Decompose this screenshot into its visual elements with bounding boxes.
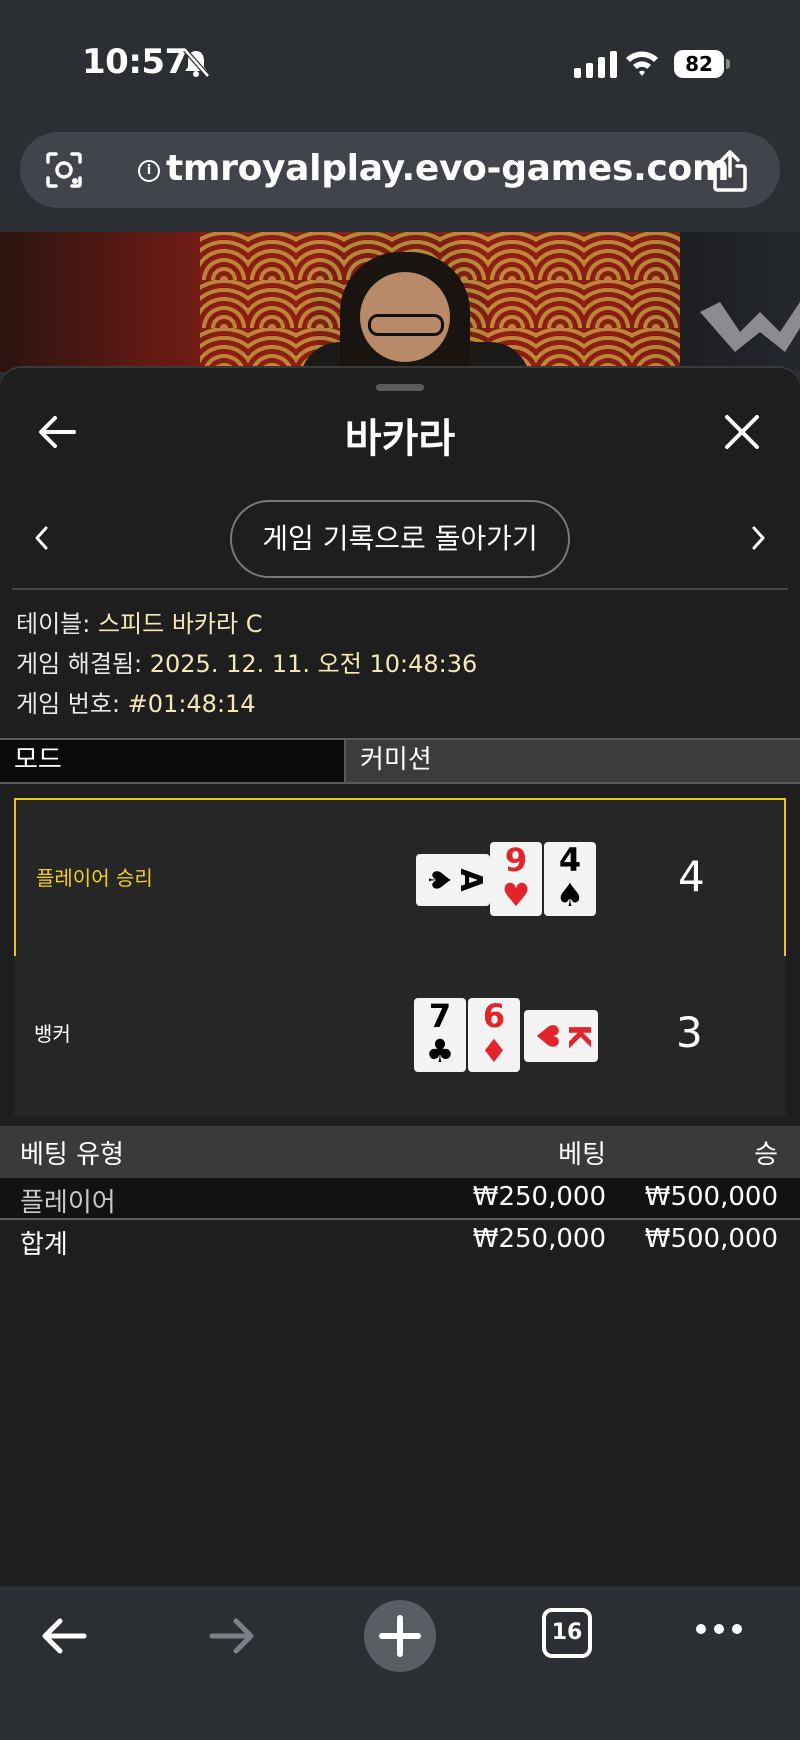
spade-suit-icon: ♠: [555, 876, 585, 914]
table-value: 스피드 바카라 C: [97, 610, 263, 638]
game-number-label: 게임 번호:: [16, 690, 128, 718]
battery-indicator: 82: [674, 50, 730, 78]
cell-signal-icon: [574, 50, 617, 78]
card-rank: 4: [558, 841, 582, 879]
bell-muted-icon: [183, 48, 210, 78]
dealer-glasses: [368, 314, 444, 336]
win-amount-cell: ₩500,000: [644, 1182, 778, 1212]
resolved-value: 2025. 12. 11. 오전 10:48:36: [149, 650, 478, 678]
game-number-info: 게임 번호: #01:48:14: [16, 684, 477, 724]
bets-table: 베팅 유형 베팅 승 플레이어 ₩250,000 ₩500,000 합계 ₩25…: [0, 1126, 800, 1262]
banker-result: 뱅커 7 ♣ 6 ♦ K ♥ 3: [14, 956, 786, 1116]
total-label: 합계: [20, 1230, 68, 1260]
spade-suit-icon: ♠: [421, 866, 456, 894]
playing-card: 4 ♠: [544, 842, 596, 916]
game-detail-sheet: 바카라 게임 기록으로 돌아가기 테이블: 스피드 바카라 C 게임 해결됨: …: [0, 366, 800, 1586]
close-icon[interactable]: [724, 414, 760, 450]
bet-type-cell: 플레이어: [20, 1188, 116, 1218]
mode-label: 모드: [0, 740, 346, 782]
win-amount-header: 승: [754, 1140, 778, 1170]
table-row: 플레이어 ₩250,000 ₩500,000: [0, 1178, 800, 1220]
card-rank: 9: [504, 841, 528, 879]
bet-type-header: 베팅 유형: [20, 1140, 124, 1170]
wifi-icon: [626, 51, 658, 76]
resolved-info: 게임 해결됨: 2025. 12. 11. 오전 10:48:36: [16, 644, 477, 684]
playing-card: 9 ♥: [490, 842, 542, 916]
banker-score: 3: [676, 1008, 703, 1057]
share-icon[interactable]: [712, 150, 748, 192]
playing-card: 7 ♣: [414, 998, 466, 1072]
sheet-title: 바카라: [344, 416, 456, 462]
diamond-suit-icon: ♦: [479, 1032, 509, 1070]
game-info: 테이블: 스피드 바카라 C 게임 해결됨: 2025. 12. 11. 오전 …: [16, 604, 477, 724]
site-info-icon[interactable]: i: [138, 160, 160, 182]
status-time: 10:57: [82, 42, 188, 82]
tab-count-button[interactable]: 16: [542, 1608, 592, 1658]
playing-card: A ♠: [416, 854, 490, 906]
resolved-label: 게임 해결됨:: [16, 650, 150, 678]
live-video-feed: [0, 232, 800, 372]
next-game-chevron-icon[interactable]: [748, 524, 768, 552]
player-score: 4: [678, 852, 705, 901]
heart-suit-icon: ♥: [529, 1022, 564, 1050]
player-result-label: 플레이어 승리: [36, 866, 153, 890]
browser-back-icon[interactable]: [40, 1616, 88, 1656]
total-win: ₩500,000: [644, 1224, 778, 1254]
provider-logo-icon: [700, 302, 800, 352]
table-label: 테이블:: [16, 610, 98, 638]
status-bar: 10:57 82: [0, 0, 800, 120]
browser-forward-icon[interactable]: [208, 1616, 256, 1656]
total-bet: ₩250,000: [472, 1224, 606, 1254]
card-rank: 7: [428, 997, 452, 1035]
sheet-grabber[interactable]: [376, 384, 424, 391]
heart-suit-icon: ♥: [501, 876, 531, 914]
playing-card: 6 ♦: [468, 998, 520, 1072]
bet-amount-cell: ₩250,000: [472, 1182, 606, 1212]
address-bar[interactable]: i tmroyalplay.evo-games.com: [20, 132, 780, 208]
table-info: 테이블: 스피드 바카라 C: [16, 604, 477, 644]
new-tab-button[interactable]: [364, 1600, 436, 1672]
commission-label: 커미션: [346, 740, 800, 782]
player-result: 플레이어 승리 A ♠ 9 ♥ 4 ♠ 4: [14, 798, 786, 958]
game-number-value: #01:48:14: [127, 690, 256, 718]
card-rank: A: [453, 868, 488, 892]
plus-icon: [379, 1615, 421, 1657]
url-text[interactable]: tmroyalplay.evo-games.com: [166, 148, 729, 189]
card-rank: 6: [482, 997, 506, 1035]
playing-card: K ♥: [524, 1010, 598, 1062]
bets-header-row: 베팅 유형 베팅 승: [0, 1126, 800, 1178]
previous-game-chevron-icon[interactable]: [32, 524, 52, 552]
browser-toolbar: 16: [0, 1586, 800, 1740]
card-rank: K: [561, 1024, 596, 1048]
total-row: 합계 ₩250,000 ₩500,000: [0, 1220, 800, 1262]
bet-amount-header: 베팅: [558, 1140, 606, 1170]
back-to-history-button[interactable]: 게임 기록으로 돌아가기: [230, 500, 570, 578]
divider: [12, 588, 788, 590]
camera-search-icon[interactable]: [44, 150, 84, 190]
banker-result-label: 뱅커: [34, 1022, 71, 1046]
club-suit-icon: ♣: [425, 1032, 455, 1070]
mode-row: 모드 커미션: [0, 738, 800, 784]
more-options-icon[interactable]: [694, 1622, 744, 1636]
